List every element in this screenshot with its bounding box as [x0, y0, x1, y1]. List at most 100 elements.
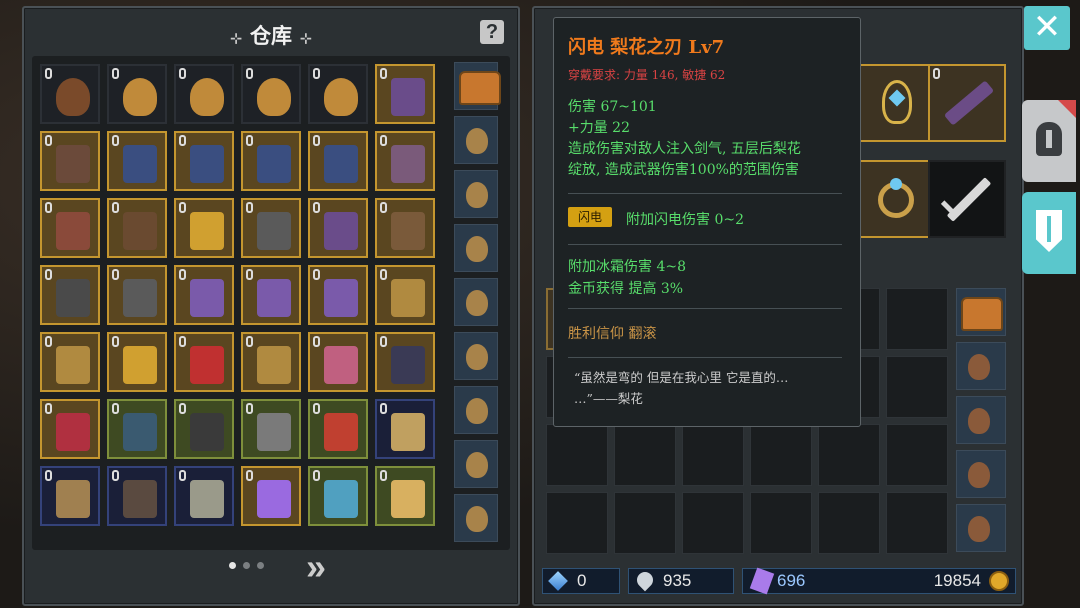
item-icon — [190, 145, 224, 183]
equip-slot-amulet[interactable] — [858, 64, 936, 142]
bag-slot[interactable] — [454, 386, 498, 434]
item-tooltip: 闪电 梨花之刃 Lv7 穿戴要求: 力量 146, 敏捷 62 伤害 67~10… — [553, 17, 861, 427]
warehouse-slot[interactable] — [40, 64, 100, 124]
inventory-slot[interactable] — [818, 492, 880, 554]
bag-icon — [466, 398, 488, 424]
inventory-slot[interactable] — [750, 492, 812, 554]
crystal-icon — [749, 567, 775, 595]
warehouse-slot[interactable] — [308, 265, 368, 325]
warehouse-slot[interactable] — [174, 198, 234, 258]
bag-icon — [466, 506, 488, 532]
warehouse-slot[interactable] — [107, 265, 167, 325]
warehouse-slot[interactable] — [174, 131, 234, 191]
inventory-slot[interactable] — [614, 492, 676, 554]
bag-slot[interactable] — [454, 170, 498, 218]
warehouse-slot[interactable] — [174, 265, 234, 325]
bag-slot[interactable] — [454, 62, 501, 110]
lock-icon — [933, 68, 940, 79]
bag-slot[interactable] — [956, 504, 1006, 552]
equip-slot-ring[interactable] — [858, 160, 936, 238]
warehouse-slot[interactable] — [107, 198, 167, 258]
bag-slot[interactable] — [956, 450, 1006, 498]
lock-icon — [313, 135, 320, 146]
page-dot[interactable] — [229, 562, 236, 569]
bag-slot[interactable] — [454, 332, 498, 380]
page-dot[interactable] — [257, 562, 264, 569]
warehouse-slot[interactable] — [241, 466, 301, 526]
inventory-slot[interactable] — [682, 424, 744, 486]
warehouse-slot[interactable] — [308, 198, 368, 258]
warehouse-slot[interactable] — [174, 64, 234, 124]
bag-slot[interactable] — [956, 396, 1006, 444]
equip-slot-weapon-2[interactable] — [928, 64, 1006, 142]
bag-slot[interactable] — [454, 224, 498, 272]
warehouse-slot[interactable] — [308, 64, 368, 124]
equip-slot-weapon-empty[interactable] — [928, 160, 1006, 238]
inventory-slot[interactable] — [886, 492, 948, 554]
item-icon — [391, 145, 425, 183]
warehouse-slot[interactable] — [174, 399, 234, 459]
warehouse-slot[interactable] — [241, 399, 301, 459]
item-icon — [391, 212, 425, 250]
close-button[interactable]: ✕ — [1024, 6, 1070, 50]
bag-slot[interactable] — [454, 440, 498, 488]
warehouse-slot[interactable] — [375, 131, 435, 191]
warehouse-slot[interactable] — [375, 466, 435, 526]
item-requirement: 穿戴要求: 力量 146, 敏捷 62 — [568, 68, 726, 82]
bag-slot[interactable] — [454, 278, 498, 326]
warehouse-slot[interactable] — [308, 131, 368, 191]
warehouse-slot[interactable] — [375, 332, 435, 392]
warehouse-slot[interactable] — [107, 399, 167, 459]
warehouse-slot[interactable] — [40, 466, 100, 526]
help-icon[interactable]: ? — [480, 20, 504, 44]
warehouse-slot[interactable] — [40, 265, 100, 325]
warehouse-slot[interactable] — [107, 332, 167, 392]
warehouse-slot[interactable] — [174, 466, 234, 526]
item-icon — [190, 413, 224, 451]
bag-icon — [466, 452, 488, 478]
inventory-slot[interactable] — [886, 424, 948, 486]
lock-icon — [179, 135, 186, 146]
item-icon — [257, 212, 291, 250]
bag-slot[interactable] — [956, 342, 1006, 390]
warehouse-slot[interactable] — [40, 198, 100, 258]
item-icon — [391, 346, 425, 384]
bag-slot[interactable] — [454, 116, 498, 164]
inventory-slot[interactable] — [886, 288, 948, 350]
warehouse-slot[interactable] — [40, 332, 100, 392]
tab-weapons[interactable] — [1022, 192, 1076, 274]
warehouse-slot[interactable] — [107, 64, 167, 124]
page-dot[interactable] — [243, 562, 250, 569]
inventory-slot[interactable] — [546, 492, 608, 554]
warehouse-slot[interactable] — [375, 399, 435, 459]
warehouse-slot[interactable] — [241, 64, 301, 124]
tab-equipment[interactable] — [1022, 100, 1076, 182]
inventory-slot[interactable] — [750, 424, 812, 486]
item-icon — [257, 346, 291, 384]
warehouse-slot[interactable] — [241, 265, 301, 325]
chest-icon — [459, 71, 501, 105]
warehouse-slot[interactable] — [40, 131, 100, 191]
inventory-slot[interactable] — [818, 424, 880, 486]
warehouse-slot[interactable] — [241, 198, 301, 258]
warehouse-slot[interactable] — [107, 466, 167, 526]
inventory-slot[interactable] — [682, 492, 744, 554]
warehouse-slot[interactable] — [375, 198, 435, 258]
inventory-slot[interactable] — [614, 424, 676, 486]
warehouse-slot[interactable] — [375, 265, 435, 325]
warehouse-slot[interactable] — [375, 64, 435, 124]
next-page-button[interactable]: » — [306, 546, 326, 588]
warehouse-slot[interactable] — [40, 399, 100, 459]
warehouse-slot[interactable] — [241, 131, 301, 191]
bag-slot[interactable] — [454, 494, 498, 542]
warehouse-slot[interactable] — [107, 131, 167, 191]
item-icon — [56, 413, 90, 451]
warehouse-slot[interactable] — [308, 466, 368, 526]
warehouse-slot[interactable] — [308, 399, 368, 459]
warehouse-slot[interactable] — [241, 332, 301, 392]
warehouse-slot[interactable] — [174, 332, 234, 392]
inventory-slot[interactable] — [886, 356, 948, 418]
inventory-slot[interactable] — [546, 424, 608, 486]
warehouse-slot[interactable] — [308, 332, 368, 392]
bag-slot[interactable] — [956, 288, 1006, 336]
